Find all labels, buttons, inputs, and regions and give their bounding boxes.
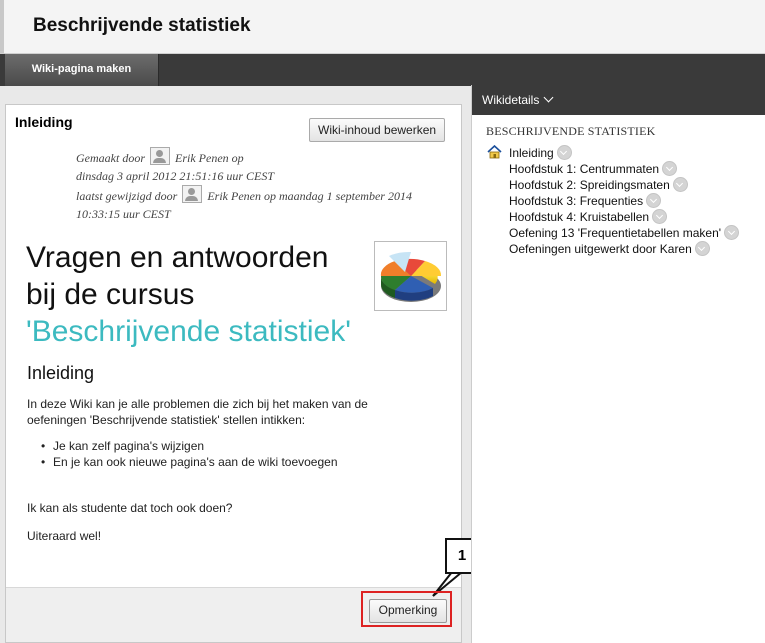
page-metadata: Gemaakt door Erik Penen op dinsdag 3 apr… <box>76 147 456 223</box>
page-heading: Inleiding <box>15 114 73 130</box>
chevron-down-icon[interactable] <box>694 241 710 256</box>
tree-item-inleiding[interactable]: Inleiding <box>509 145 572 160</box>
edit-wiki-content-button[interactable]: Wiki-inhoud bewerken <box>309 118 446 142</box>
chevron-down-icon[interactable] <box>672 177 688 192</box>
wiki-details-header[interactable]: Wikidetails <box>472 85 765 115</box>
tree-item-oefeningen-karen[interactable]: Oefeningen uitgewerkt door Karen <box>509 241 710 256</box>
wiki-details-label[interactable]: Wikidetails <box>482 92 554 107</box>
tree-item-hoofdstuk-3[interactable]: Hoofdstuk 3: Frequenties <box>509 193 662 208</box>
title-line-3: 'Beschrijvende statistiek' <box>26 315 351 348</box>
wiki-name: BESCHRIJVENDE STATISTIEK <box>486 124 656 138</box>
pie-chart-icon <box>374 241 447 311</box>
wiki-content-panel: Inleiding Wiki-inhoud bewerken Gemaakt d… <box>5 104 462 643</box>
header-accent <box>0 0 4 53</box>
page-header: Beschrijvende statistiek <box>0 0 765 54</box>
tree-item-oefening-13[interactable]: Oefening 13 'Frequentietabellen maken' <box>509 225 740 240</box>
wiki-main-title: Vragen en antwoorden bij de cursus 'Besc… <box>26 239 351 350</box>
chevron-down-icon[interactable] <box>556 145 572 160</box>
page-title: Beschrijvende statistiek <box>33 15 251 36</box>
chevron-down-icon <box>543 92 554 103</box>
tree-item-hoofdstuk-1[interactable]: Hoofdstuk 1: Centrummaten <box>509 161 678 176</box>
create-wiki-page-button[interactable]: Wiki-pagina maken <box>5 54 159 86</box>
list-item: En je kan ook nieuwe pagina's aan de wik… <box>41 454 337 470</box>
wiki-details-sidebar: Wikidetails BESCHRIJVENDE STATISTIEK Inl… <box>471 85 765 643</box>
action-bar: Wiki-pagina maken <box>0 54 765 86</box>
chevron-down-icon[interactable] <box>662 161 678 176</box>
created-date: dinsdag 3 april 2012 21:51:16 uur CEST <box>76 168 275 183</box>
intro-line-2: oefeningen 'Beschrijvende statistiek' st… <box>27 413 306 427</box>
modified-by-author: Erik Penen op maandag 1 september 2014 <box>207 189 412 203</box>
chevron-down-icon[interactable] <box>724 225 740 240</box>
title-line-2: bij de cursus <box>26 278 195 311</box>
list-item: Je kan zelf pagina's wijzigen <box>41 438 338 454</box>
question-text: Ik kan als studente dat toch ook doen? <box>27 501 233 515</box>
bullet-list: Je kan zelf pagina's wijzigen En je kan … <box>41 438 338 470</box>
author-avatar-icon <box>150 147 170 165</box>
intro-paragraph: In deze Wiki kan je alle problemen die z… <box>27 396 437 428</box>
title-line-1: Vragen en antwoorden <box>26 241 329 274</box>
chevron-down-icon[interactable] <box>646 193 662 208</box>
modified-time: 10:33:15 uur CEST <box>76 206 171 221</box>
answer-text: Uiteraard wel! <box>27 529 102 543</box>
tree-item-hoofdstuk-2[interactable]: Hoofdstuk 2: Spreidingsmaten <box>509 177 688 192</box>
editor-avatar-icon <box>182 185 203 203</box>
intro-line-1: In deze Wiki kan je alle problemen die z… <box>27 397 368 411</box>
created-by-author: Erik Penen op <box>175 151 244 165</box>
remark-button[interactable]: Opmerking <box>369 599 447 623</box>
tree-item-hoofdstuk-4[interactable]: Hoofdstuk 4: Kruistabellen <box>509 209 668 224</box>
modified-by-label: laatst gewijzigd door <box>76 189 178 203</box>
chevron-down-icon[interactable] <box>652 209 668 224</box>
home-icon <box>487 145 502 159</box>
created-by-label: Gemaakt door <box>76 151 145 165</box>
intro-heading: Inleiding <box>27 363 95 383</box>
